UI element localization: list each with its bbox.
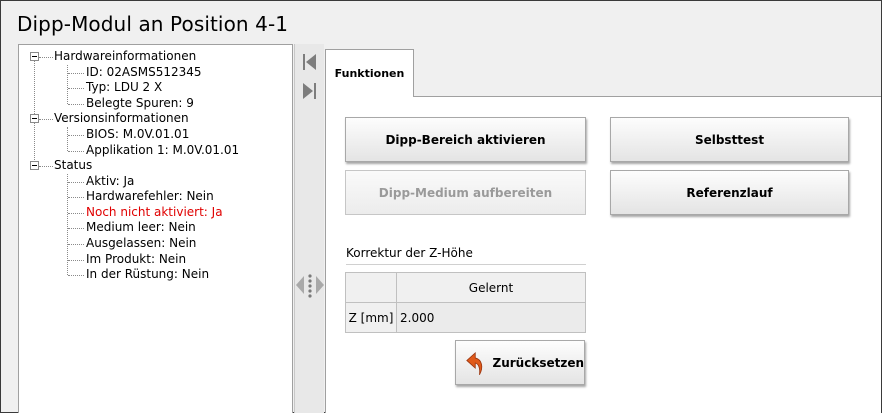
tree-item-not-activated[interactable]: Noch nicht aktiviert: Ja [86, 205, 223, 220]
tree-item-hardware-error[interactable]: Hardwarefehler: Nein [86, 189, 214, 204]
z-correction-grid: Gelernt Z [mm] 2.000 [345, 272, 586, 333]
prepare-dipp-medium-button[interactable]: Dipp-Medium aufbereiten [345, 170, 586, 215]
info-tree[interactable]: Hardwareinformationen ID: 02ASMS512345 T… [18, 44, 293, 413]
undo-arrow-icon [466, 351, 483, 375]
last-page-icon[interactable] [303, 83, 317, 99]
tree-line [68, 275, 84, 276]
first-page-icon[interactable] [303, 54, 317, 70]
activate-dipp-area-button[interactable]: Dipp-Bereich aktivieren [345, 117, 586, 162]
grid-column-header: Gelernt [396, 272, 586, 303]
tree-line [68, 104, 84, 105]
reference-run-button[interactable]: Referenzlauf [610, 170, 849, 215]
tree-item-tracks[interactable]: Belegte Spuren: 9 [86, 96, 194, 111]
tree-line [68, 73, 84, 74]
z-correction-label: Korrektur der Z-Höhe [346, 246, 473, 260]
tree-line [39, 119, 53, 120]
tree-item-type[interactable]: Typ: LDU 2 X [86, 80, 162, 95]
tab-functions[interactable]: Funktionen [325, 49, 414, 97]
tree-line [67, 65, 68, 104]
collapse-toggle-version[interactable] [30, 114, 39, 123]
tree-line [68, 151, 84, 152]
tree-group-version[interactable]: Versionsinformationen [54, 111, 189, 126]
dialog-window: Dipp-Modul an Position 4-1 Hardwareinfor… [0, 0, 882, 413]
group-divider [346, 264, 586, 265]
selftest-button[interactable]: Selbsttest [610, 117, 849, 162]
grid-corner-cell [345, 272, 397, 303]
panel-splitter[interactable] [294, 44, 324, 413]
tree-line [68, 88, 84, 89]
tree-line [39, 57, 53, 58]
tree-item-active[interactable]: Aktiv: Ja [86, 174, 134, 189]
tree-line [68, 197, 84, 198]
tree-line [68, 213, 84, 214]
collapse-toggle-status[interactable] [30, 161, 39, 170]
tree-line [39, 166, 53, 167]
grid-row-header: Z [mm] [345, 302, 397, 333]
tree-line [68, 260, 84, 261]
tree-line [68, 228, 84, 229]
tree-line [67, 127, 68, 151]
tree-item-bios[interactable]: BIOS: M.0V.01.01 [86, 127, 189, 142]
tree-item-medium-empty[interactable]: Medium leer: Nein [86, 220, 196, 235]
tree-line [68, 244, 84, 245]
tree-item-in-setup[interactable]: In der Rüstung: Nein [86, 267, 209, 282]
z-learned-value-cell[interactable]: 2.000 [396, 302, 586, 333]
tree-line [68, 182, 84, 183]
tree-item-skipped[interactable]: Ausgelassen: Nein [86, 236, 196, 251]
tree-item-id[interactable]: ID: 02ASMS512345 [86, 65, 202, 80]
tree-item-application[interactable]: Applikation 1: M.0V.01.01 [86, 143, 239, 158]
window-title: Dipp-Modul an Position 4-1 [17, 12, 289, 36]
tree-group-hardware[interactable]: Hardwareinformationen [54, 49, 196, 64]
reset-button-label: Zurücksetzen [492, 355, 584, 370]
tree-line [68, 135, 84, 136]
collapse-toggle-hardware[interactable] [30, 52, 39, 61]
splitter-grip-icon[interactable] [295, 271, 325, 299]
tree-group-status[interactable]: Status [54, 158, 92, 173]
reset-button[interactable]: Zurücksetzen [455, 340, 585, 385]
tree-item-in-product[interactable]: Im Produkt: Nein [86, 252, 186, 267]
